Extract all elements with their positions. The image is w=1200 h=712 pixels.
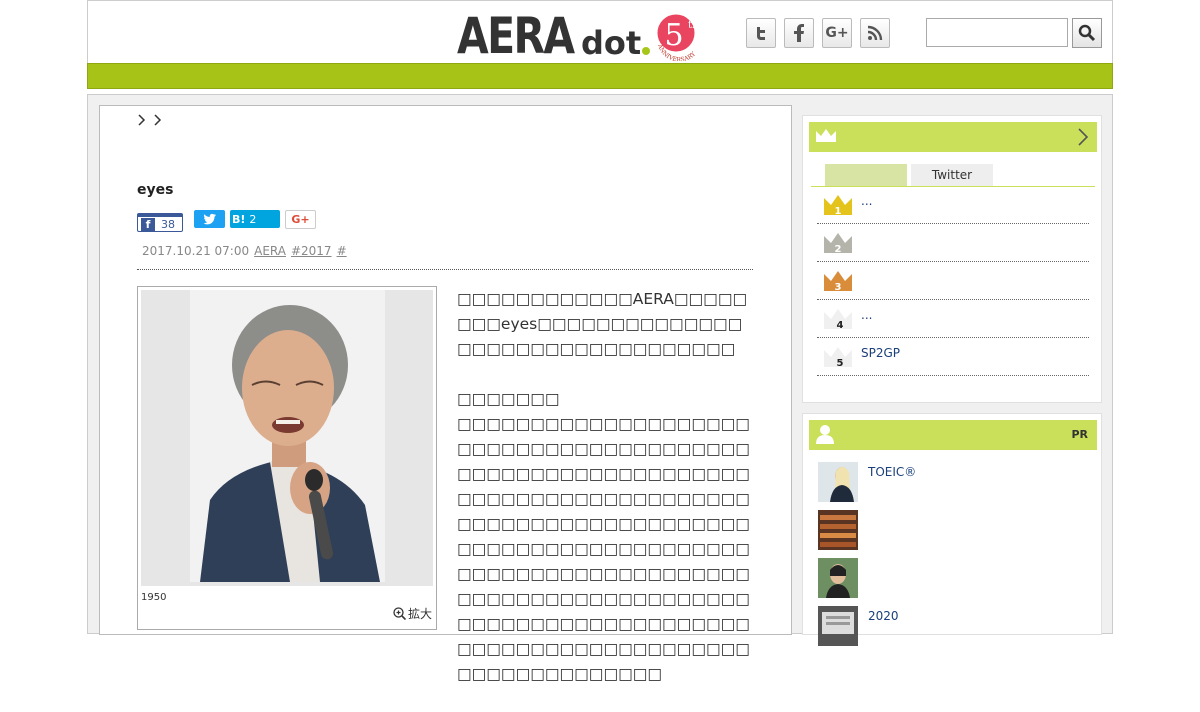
ranking-item[interactable]: 1 ... (817, 186, 1089, 224)
ranking-item-title: ... (861, 308, 873, 322)
publish-date: 2017.10.21 07:00 (142, 244, 250, 258)
source-link[interactable]: AERA (254, 244, 286, 258)
facebook-icon: f (141, 217, 155, 231)
anniversary-badge: 5 th ANNIVERSARY (656, 13, 699, 61)
chevron-right-icon (154, 114, 162, 126)
rank-2-crown-icon: 2 (824, 233, 852, 255)
ranking-box: Twitter 1 ... 2 3 4 ... 5 SP2GP (802, 115, 1102, 403)
facebook-share-count: 38 (161, 217, 175, 231)
rank-4-crown-icon: 4 (824, 309, 852, 331)
ranking-item[interactable]: 5 SP2GP (817, 338, 1089, 376)
chevron-right-icon (138, 114, 146, 126)
article-photo-box: 1950 拡大 (137, 286, 437, 630)
site-logo[interactable]: AERA dot 5 th ANNIVERSARY (457, 7, 699, 65)
breadcrumb-item[interactable] (153, 114, 163, 130)
ranking-tabs: Twitter (825, 164, 997, 186)
logo-aera-text: AERA (457, 7, 575, 65)
zoom-label: 拡大 (407, 607, 432, 621)
chevron-right-icon (1078, 128, 1089, 146)
breadcrumb-item[interactable] (137, 114, 147, 130)
svg-text:4: 4 (837, 320, 844, 331)
user-icon (816, 425, 834, 444)
pr-thumbnail (818, 558, 858, 598)
googleplus-share-button[interactable]: G+ (285, 210, 316, 229)
google-plus-icon[interactable]: G+ (822, 18, 852, 48)
tag-link[interactable]: #2017 (291, 244, 332, 258)
article-photo[interactable] (141, 290, 433, 586)
pr-thumbnail (818, 510, 858, 550)
svg-text:3: 3 (835, 282, 842, 293)
pr-item-title: TOEIC® (868, 465, 917, 479)
social-links: G+ (746, 18, 890, 48)
rank-5-crown-icon: 5 (824, 347, 852, 369)
pr-thumbnail (818, 462, 858, 502)
article-panel: eyes f 38 B! 2 G+ 2017.10.21 07:00 AERA … (99, 105, 792, 683)
hatena-count: 2 (249, 212, 257, 226)
breadcrumb (137, 114, 163, 130)
portrait-image (190, 290, 385, 582)
article-title: eyes (137, 182, 174, 198)
article-body: □□□□□□□□□□□□AERA□□□□□□□□eyes□□□□□□□□□□□□… (457, 287, 755, 712)
ranking-item-title: ... (861, 194, 873, 208)
twitter-share-button[interactable] (194, 210, 225, 228)
twitter-icon[interactable] (746, 18, 776, 48)
anniversary-number: 5 (664, 18, 683, 53)
svg-text:1: 1 (835, 206, 842, 217)
tag-link[interactable]: # (337, 244, 347, 258)
pr-header: PR (809, 420, 1097, 450)
svg-text:5: 5 (837, 358, 844, 369)
search-icon (1078, 24, 1096, 42)
global-nav-bar (87, 63, 1113, 89)
rank-3-crown-icon: 3 (824, 271, 852, 293)
crown-icon (816, 129, 836, 142)
pr-thumbnail (818, 606, 858, 646)
twitter-bird-icon (203, 213, 216, 225)
ranking-item[interactable]: 4 ... (817, 300, 1089, 338)
svg-text:2: 2 (835, 244, 842, 255)
anniversary-suffix: th (688, 20, 699, 31)
ranking-item[interactable]: 3 (817, 262, 1089, 300)
ranking-header[interactable] (809, 122, 1097, 152)
pr-label: PR (1071, 428, 1088, 441)
ranking-item-title: SP2GP (861, 346, 901, 360)
zoom-in-icon (393, 607, 406, 620)
pr-item-title: 2020 (868, 609, 899, 623)
hatena-icon: B! (232, 212, 246, 226)
body-paragraph: □□□□□□□□□□□□AERA□□□□□□□□eyes□□□□□□□□□□□□… (457, 290, 748, 358)
logo-dot-text: dot (581, 24, 642, 62)
rss-icon[interactable] (860, 18, 890, 48)
body-paragraph: □□□□□□□ □□□□□□□□□□□□□□□□□□□□□□□□□□□□□□□□… (457, 390, 750, 683)
photo-zoom-button[interactable]: 拡大 (393, 605, 432, 622)
search-button[interactable] (1072, 18, 1102, 48)
site-header: AERA dot 5 th ANNIVERSARY G+ (87, 0, 1113, 63)
photo-caption: 1950 (141, 592, 167, 603)
tab-ranking-twitter[interactable]: Twitter (911, 164, 993, 186)
ranking-item[interactable]: 2 (817, 224, 1089, 262)
meta-divider (137, 269, 753, 270)
tab-ranking-default[interactable] (825, 164, 907, 186)
hatena-bookmark-button[interactable]: B! 2 (230, 210, 280, 228)
article-meta: 2017.10.21 07:00 AERA #2017 # (142, 244, 347, 258)
logo-dot-mark (642, 47, 651, 55)
rank-1-crown-icon: 1 (824, 195, 852, 217)
facebook-share-button[interactable]: f 38 (137, 213, 183, 232)
facebook-icon[interactable] (784, 18, 814, 48)
search-input[interactable] (926, 18, 1068, 47)
pr-box: PR TOEIC® 2020 (802, 413, 1102, 646)
